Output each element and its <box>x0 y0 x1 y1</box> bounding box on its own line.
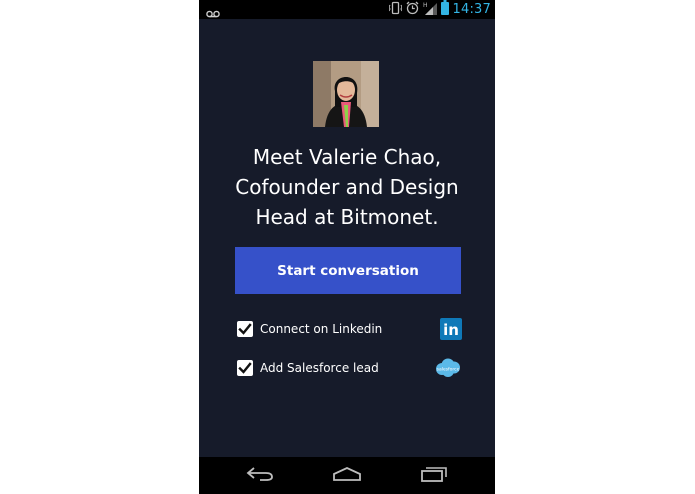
voicemail-icon <box>206 4 220 18</box>
salesforce-option[interactable]: Add Salesforce lead salesforce <box>237 357 462 379</box>
linkedin-icon: in <box>440 318 462 344</box>
headline-line-2: Cofounder and Design <box>235 175 459 199</box>
profile-photo <box>313 61 379 127</box>
phone-screen: H 14:37 Meet Valerie Chao, Cofounder and… <box>199 0 495 494</box>
alarm-icon <box>406 0 419 19</box>
linkedin-checkbox[interactable] <box>237 321 253 337</box>
vibrate-icon <box>387 0 403 19</box>
linkedin-option-label: Connect on Linkedin <box>260 322 383 336</box>
status-bar: H 14:37 <box>199 0 495 19</box>
headline-line-3: Head at Bitmonet. <box>255 205 439 229</box>
svg-text:in: in <box>443 321 459 339</box>
svg-text:salesforce: salesforce <box>437 367 460 373</box>
headline-line-1: Meet Valerie Chao, <box>252 145 442 169</box>
back-icon <box>246 466 274 486</box>
salesforce-option-label: Add Salesforce lead <box>260 361 379 375</box>
start-conversation-button[interactable]: Start conversation <box>235 247 461 294</box>
recent-apps-button[interactable] <box>404 457 464 494</box>
svg-text:H: H <box>423 2 428 9</box>
connect-card: Meet Valerie Chao, Cofounder and Design … <box>199 19 495 457</box>
salesforce-checkbox[interactable] <box>237 360 253 376</box>
home-button[interactable] <box>317 457 377 494</box>
status-clock: 14:37 <box>452 2 491 17</box>
signal-icon: H <box>423 0 437 19</box>
recent-apps-icon <box>420 466 448 486</box>
battery-icon <box>440 0 449 19</box>
navigation-bar <box>199 457 495 494</box>
profile-headline: Meet Valerie Chao, Cofounder and Design … <box>199 142 495 232</box>
back-button[interactable] <box>230 457 290 494</box>
linkedin-option[interactable]: Connect on Linkedin in <box>237 318 462 340</box>
salesforce-icon: salesforce <box>434 357 462 383</box>
home-icon <box>332 466 362 486</box>
